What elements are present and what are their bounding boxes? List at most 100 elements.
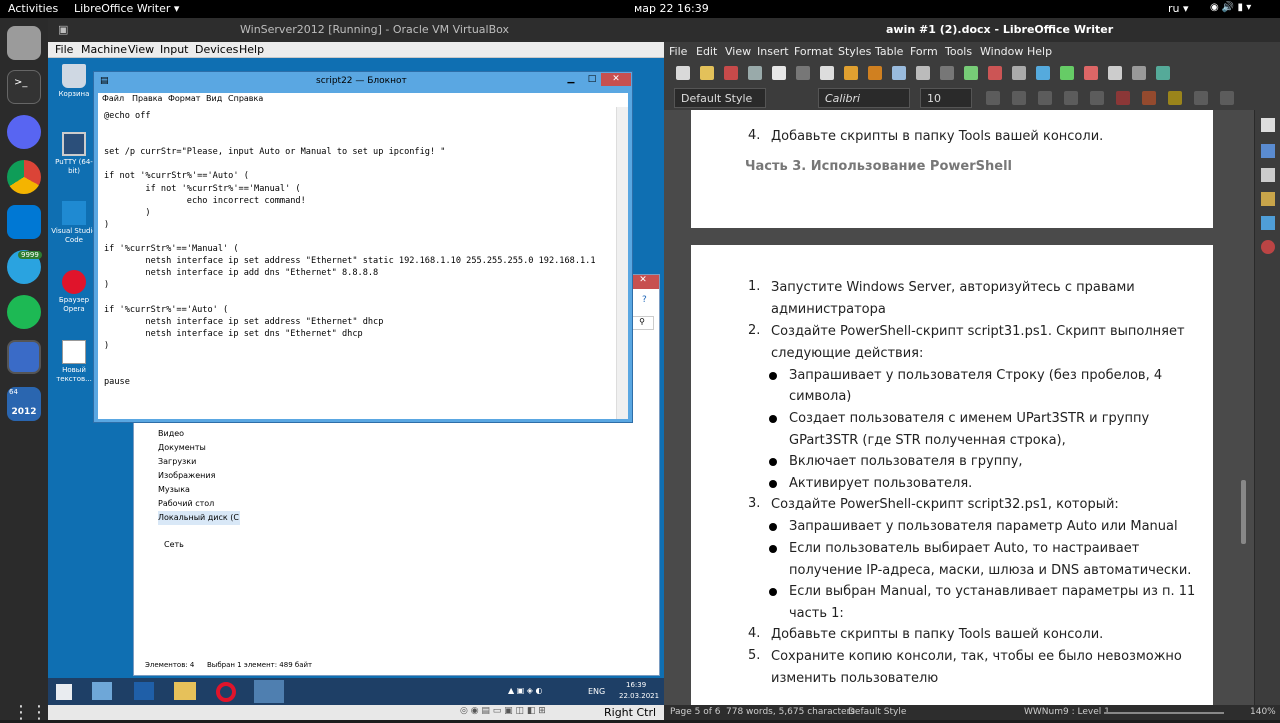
toolbar-button-icon[interactable] [748,66,762,80]
properties-icon[interactable] [1261,118,1275,132]
tree-network[interactable]: Сеть [164,540,184,549]
terminal-icon[interactable]: >_ [7,70,41,104]
lo-menu-table[interactable]: Table [875,45,903,58]
vb-menu-machine[interactable]: Machine [81,43,127,56]
input-language[interactable]: ENG [588,687,605,696]
vb-menu-help[interactable]: Help [239,43,264,56]
toolbar-button-icon[interactable] [1036,66,1050,80]
toolbar-button-icon[interactable] [940,66,954,80]
tree-desktop[interactable]: Рабочий стол [158,497,240,511]
np-menu-format[interactable]: Формат [168,94,200,103]
word-count[interactable]: 778 words, 5,675 characters [726,707,855,717]
toolbar-button-icon[interactable] [1084,66,1098,80]
toolbar-button-icon[interactable] [772,66,786,80]
tree-pictures[interactable]: Изображения [158,469,240,483]
toolbar-button-icon[interactable] [1012,66,1026,80]
tree-local-disk[interactable]: Локальный диск (С [158,511,240,525]
notepad-taskbar-icon[interactable] [254,680,284,703]
lo-menu-tools[interactable]: Tools [945,45,972,58]
window-menu-icon[interactable]: ▣ [58,23,68,36]
gallery-icon[interactable] [1261,192,1275,206]
manage-changes-icon[interactable] [1261,240,1275,254]
system-tray-icons[interactable]: ◉ 🔊 ▮ ▾ [1210,2,1251,13]
format-button-icon[interactable] [1038,91,1052,105]
format-button-icon[interactable] [1142,91,1156,105]
font-size-combo[interactable]: 10 [920,88,972,108]
win-clock-date[interactable]: 22.03.2021 [619,692,659,700]
page-indicator[interactable]: Page 5 of 6 [670,707,721,717]
format-button-icon[interactable] [1064,91,1078,105]
notepad-scrollbar[interactable] [616,107,628,419]
format-button-icon[interactable] [1116,91,1130,105]
format-button-icon[interactable] [1194,91,1208,105]
toolbar-button-icon[interactable] [724,66,738,80]
page-icon[interactable] [1261,144,1275,158]
chrome-icon[interactable] [7,160,41,194]
recycle-bin-icon[interactable]: Корзина [50,64,98,99]
vb-device-icons[interactable]: ◎ ◉ ▤ ▭ ▣ ◫ ◧ ⊞ [460,706,546,716]
vscode-icon[interactable] [7,205,41,239]
language-indicator[interactable]: ru ▾ [1168,2,1189,15]
toolbar-button-icon[interactable] [796,66,810,80]
powershell-icon[interactable] [134,682,154,700]
toolbar-button-icon[interactable] [1156,66,1170,80]
zoom-slider[interactable] [1104,712,1224,714]
libreoffice-writer-icon[interactable] [7,340,41,374]
lo-menu-edit[interactable]: Edit [696,45,717,58]
format-button-icon[interactable] [1168,91,1182,105]
help-icon[interactable]: ? [642,295,647,305]
np-menu-help[interactable]: Справка [228,94,263,103]
tray-icons[interactable]: ▲ ▣ ◈ ◐ [508,686,542,695]
vb-menu-input[interactable]: Input [160,43,188,56]
np-menu-file[interactable]: Файл [102,94,124,103]
toolbar-button-icon[interactable] [1108,66,1122,80]
lo-menu-window[interactable]: Window [980,45,1023,58]
lo-menu-insert[interactable]: Insert [757,45,789,58]
vscode-desktop-icon[interactable]: Visual Studio Code [50,201,98,245]
lo-menu-file[interactable]: File [669,45,687,58]
navigator-icon[interactable] [1261,216,1275,230]
vertical-scrollbar-thumb[interactable] [1241,480,1246,544]
document-area[interactable]: 4. Добавьте скрипты в папку Tools вашей … [664,110,1254,705]
explorer-taskbar-icon[interactable] [174,682,196,700]
format-button-icon[interactable] [1090,91,1104,105]
clock[interactable]: мар 22 16:39 [634,2,709,15]
toolbar-button-icon[interactable] [988,66,1002,80]
vb-menu-file[interactable]: File [55,43,73,56]
app-menu[interactable]: LibreOffice Writer ▾ [74,2,179,15]
format-button-icon[interactable] [1012,91,1026,105]
format-button-icon[interactable] [986,91,1000,105]
opera-taskbar-icon[interactable] [216,682,236,702]
font-name-combo[interactable]: Calibri [818,88,910,108]
vb-menu-view[interactable]: View [128,43,154,56]
lo-menu-help[interactable]: Help [1027,45,1052,58]
toolbar-button-icon[interactable] [844,66,858,80]
paragraph-style-combo[interactable]: Default Style [674,88,766,108]
zoom-level[interactable]: 140% [1250,707,1276,717]
toolbar-button-icon[interactable] [916,66,930,80]
activities-button[interactable]: Activities [8,2,58,15]
lo-menu-view[interactable]: View [725,45,751,58]
server-manager-icon[interactable] [92,682,112,700]
toolbar-button-icon[interactable] [676,66,690,80]
close-button[interactable]: ✕ [601,73,631,86]
toolbar-button-icon[interactable] [964,66,978,80]
toolbar-button-icon[interactable] [1132,66,1146,80]
lo-menu-format[interactable]: Format [794,45,833,58]
lo-menu-styles[interactable]: Styles [838,45,871,58]
page-style[interactable]: Default Style [848,707,906,717]
styles-icon[interactable] [1261,168,1275,182]
files-icon[interactable] [7,26,41,60]
windows-start-icon[interactable] [56,684,72,700]
toolbar-button-icon[interactable] [700,66,714,80]
tree-documents[interactable]: Документы [158,441,240,455]
toolbar-button-icon[interactable] [820,66,834,80]
win-clock-time[interactable]: 16:39 [626,681,646,689]
text-file-icon[interactable]: Новый текстов... [50,340,98,384]
spotify-icon[interactable] [7,295,41,329]
tree-videos[interactable]: Видео [158,427,240,441]
format-button-icon[interactable] [1220,91,1234,105]
toolbar-button-icon[interactable] [1060,66,1074,80]
tree-downloads[interactable]: Загрузки [158,455,240,469]
putty-icon[interactable]: PuTTY (64-bit) [50,132,98,176]
